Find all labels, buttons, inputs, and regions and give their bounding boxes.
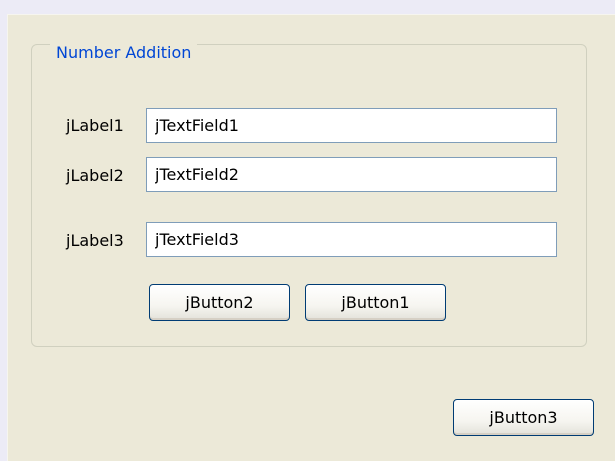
label-3: jLabel3 (66, 231, 124, 250)
text-field-1[interactable] (146, 108, 557, 143)
button-3[interactable]: jButton3 (453, 399, 594, 436)
label-1: jLabel1 (66, 116, 124, 135)
button-2[interactable]: jButton2 (149, 284, 290, 321)
groupbox-title: Number Addition (50, 43, 198, 63)
label-2: jLabel2 (66, 166, 124, 185)
text-field-3[interactable] (146, 222, 557, 257)
button-1[interactable]: jButton1 (305, 284, 446, 321)
text-field-2[interactable] (146, 157, 557, 192)
